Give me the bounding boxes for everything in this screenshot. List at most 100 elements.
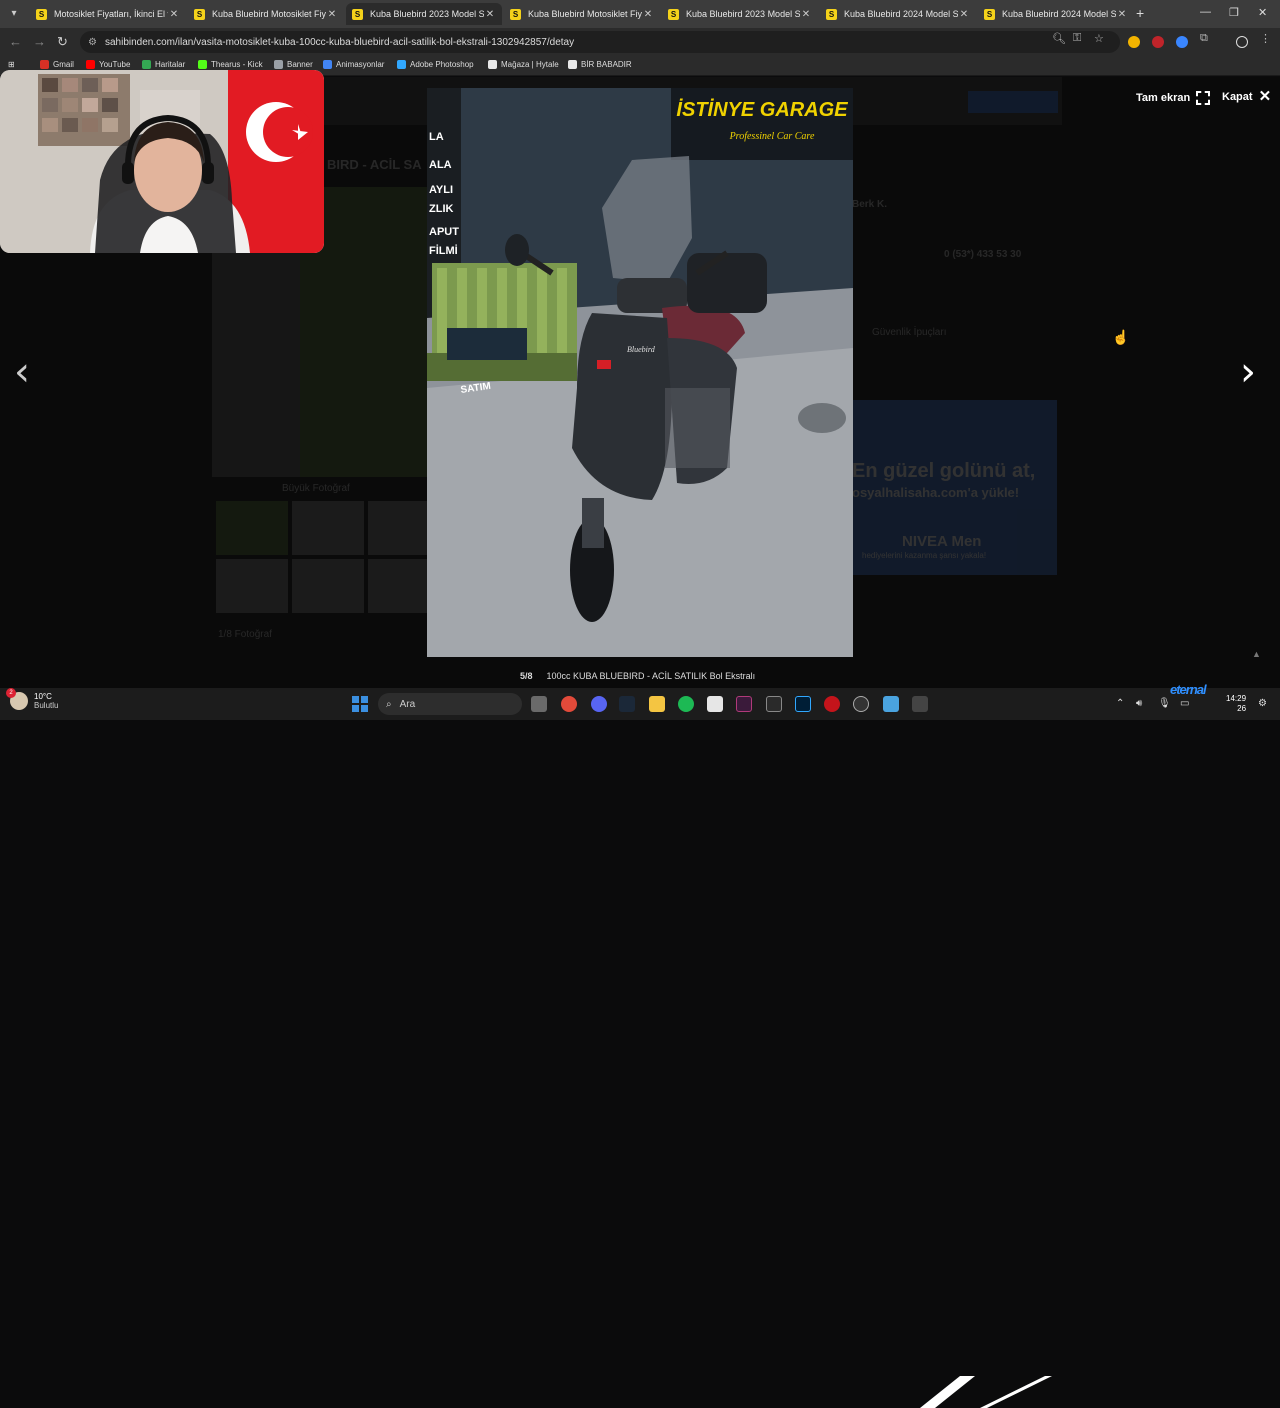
restore-icon[interactable]: ❐ [1229, 6, 1239, 19]
bookmark-label: Adobe Photoshop [410, 60, 474, 69]
bookmark-item[interactable]: Animasyonlar [323, 60, 384, 69]
epic-games-icon[interactable] [766, 696, 782, 712]
ad-headline: En güzel golünü at, [852, 460, 1036, 482]
browser-tab[interactable]: S Kuba Bluebird 2024 Model Scoo✕ [820, 3, 976, 25]
search-placeholder: Ara [399, 698, 416, 710]
fullscreen-label: Tam ekran [1136, 92, 1191, 104]
taskbar: 2 10°C Bulutlu ⌕ Ara ⌃ 🔊︎ 🎙︎ ▭ 14:29 26 … [0, 688, 1280, 1408]
next-photo-arrow[interactable]: › [1240, 349, 1256, 395]
back-icon[interactable]: ← [9, 34, 22, 49]
obs-icon[interactable] [853, 696, 869, 712]
minimize-icon[interactable]: — [1200, 6, 1211, 18]
bookmark-label: Banner [287, 60, 313, 69]
bookmark-label: Thearus - Kick [211, 60, 263, 69]
browser-tab[interactable]: S Motosiklet Fiyatları, İkinci El ve ✕ [30, 3, 186, 25]
window-close-icon[interactable]: ✕ [1258, 6, 1267, 19]
apps-grid-icon[interactable]: ⊞ [8, 60, 15, 69]
expand-icon [1196, 91, 1211, 105]
forward-icon[interactable]: → [33, 34, 46, 49]
browser-tab[interactable]: S Kuba Bluebird Motosiklet Fiyatl ✕ [504, 3, 660, 25]
tab-strip: ▾ S Motosiklet Fiyatları, İkinci El ve ✕ S K… [0, 0, 1280, 28]
reload-icon[interactable]: ↻ [57, 34, 68, 50]
microphone-icon[interactable]: 🎙︎ [1158, 698, 1171, 709]
extension-icon[interactable] [1152, 36, 1164, 48]
browser-tab[interactable]: S Kuba Bluebird 2023 Model Scoo✕ [346, 3, 502, 25]
bookmark-item[interactable]: Haritalar [142, 60, 185, 69]
weather-widget[interactable]: 2 10°C Bulutlu [6, 688, 58, 710]
profile-avatar[interactable] [1236, 36, 1248, 48]
bookmark-item[interactable]: BİR BABADIR [568, 60, 632, 69]
svg-text:APUT: APUT [429, 226, 459, 238]
speaker-icon[interactable]: 🔊︎ [1136, 698, 1142, 709]
address-bar[interactable]: ⚙ sahibinden.com/ilan/vasita-motosiklet-… [80, 31, 1120, 53]
tab-close-icon[interactable]: ✕ [958, 9, 970, 20]
bookmark-item[interactable]: Gmail [40, 60, 74, 69]
garage-sign-subtitle: Professinel Car Care [729, 131, 815, 142]
steam-icon[interactable] [619, 696, 635, 712]
bookmark-item[interactable]: YouTube [86, 60, 130, 69]
chrome-icon[interactable] [561, 696, 577, 712]
garage-sign-title: İSTİNYE GARAGE [676, 98, 848, 121]
system-clock[interactable]: 14:29 26 [1226, 694, 1246, 714]
start-button[interactable] [352, 696, 368, 712]
photoshop-icon[interactable] [795, 696, 811, 712]
calculator-icon[interactable] [912, 696, 928, 712]
premiere-icon[interactable] [736, 696, 752, 712]
tray-chevron-icon[interactable]: ⌃ [1116, 698, 1124, 709]
scroll-top-icon[interactable]: ▲ [1252, 649, 1261, 659]
tab-close-icon[interactable]: ✕ [326, 9, 338, 20]
menu-kebab-icon[interactable]: ⋮ [1260, 32, 1271, 45]
browser-toolbar: ← → ↻ ⚙ sahibinden.com/ilan/vasita-motos… [0, 28, 1280, 56]
safety-tips: Güvenlik İpuçları [872, 327, 947, 338]
bookmark-item[interactable]: Mağaza | Hytale [488, 60, 559, 69]
bookmark-item[interactable]: Thearus - Kick [198, 60, 263, 69]
browser-tab[interactable]: S Kuba Bluebird Motosiklet Fiyatl ✕ [188, 3, 344, 25]
tab-title: Kuba Bluebird 2023 Model Scoo [370, 9, 484, 19]
tab-search-button[interactable]: ▾ [6, 6, 22, 22]
bookmark-item[interactable]: Banner [274, 60, 313, 69]
tab-close-icon[interactable]: ✕ [484, 9, 496, 20]
fullscreen-button[interactable]: Tam ekran [1136, 91, 1211, 105]
site-info-icon[interactable]: ⚙ [88, 37, 97, 48]
sahibinden-favicon-icon: S [668, 8, 679, 20]
file-explorer-icon[interactable] [649, 696, 665, 712]
big-photo-link: Büyük Fotoğraf [282, 483, 350, 494]
tab-close-icon[interactable]: ✕ [800, 9, 812, 20]
settings-gear-icon[interactable]: ⚙ [1258, 698, 1267, 709]
display-icon[interactable]: ▭ [1180, 698, 1189, 709]
temperature: 10°C [34, 692, 52, 701]
tab-title: Kuba Bluebird Motosiklet Fiyatl [212, 9, 326, 19]
extension-icon[interactable] [1128, 36, 1140, 48]
bookmark-favicon-icon [274, 60, 283, 69]
browser-tab[interactable]: S Kuba Bluebird 2023 Model Scoo✕ [662, 3, 818, 25]
browser-tab[interactable]: S Kuba Bluebird 2024 Model Scoo✕ [978, 3, 1134, 25]
zoom-icon[interactable]: 🔍︎ [1052, 32, 1066, 45]
capcut-icon[interactable] [707, 696, 723, 712]
bookmark-favicon-icon [488, 60, 497, 69]
spotify-icon[interactable] [678, 696, 694, 712]
search-icon: ⌕ [386, 698, 392, 710]
bookmark-label: Haritalar [155, 60, 186, 69]
bookmark-star-icon[interactable]: ☆ [1094, 32, 1104, 45]
app-icon[interactable] [883, 696, 899, 712]
tab-close-icon[interactable]: ✕ [1116, 9, 1128, 20]
task-view-icon[interactable] [531, 696, 547, 712]
sahibinden-favicon-icon: S [826, 8, 837, 20]
bookmark-item[interactable]: Adobe Photoshop [397, 60, 474, 69]
extensions-puzzle-icon[interactable]: ⧉ [1200, 32, 1208, 45]
extension-icon[interactable] [1176, 36, 1188, 48]
svg-text:AYLI: AYLI [429, 184, 453, 196]
new-tab-button[interactable]: + [1136, 5, 1144, 21]
tab-close-icon[interactable]: ✕ [642, 9, 654, 20]
password-key-icon[interactable]: ⚿ [1073, 32, 1081, 45]
tab-close-icon[interactable]: ✕ [168, 9, 180, 20]
previous-photo-arrow[interactable]: ‹ [14, 349, 30, 395]
ad-small: hediyelerini kazanma şansı yakala! [862, 551, 987, 560]
bookmark-favicon-icon [568, 60, 577, 69]
app-icon[interactable] [824, 696, 840, 712]
close-gallery-button[interactable]: Kapat ✕ [1222, 89, 1271, 104]
discord-icon[interactable] [591, 696, 607, 712]
green-bench: SATIM [427, 263, 577, 396]
taskbar-search[interactable]: ⌕ Ara [378, 693, 522, 715]
tab-title: Kuba Bluebird 2024 Model Scoo [1002, 9, 1116, 19]
